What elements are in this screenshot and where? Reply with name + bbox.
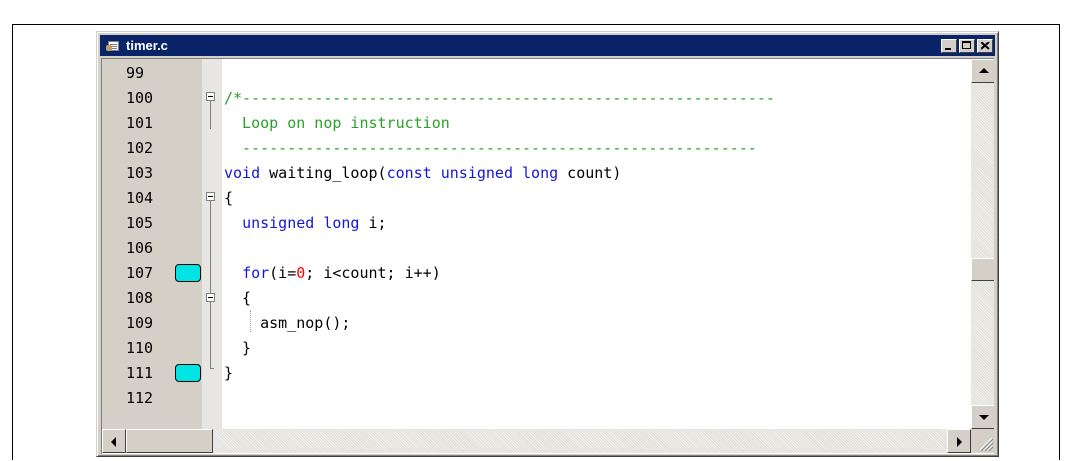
code-token: for <box>242 264 270 282</box>
arrow-up-icon <box>979 68 989 73</box>
breakpoint-marker[interactable] <box>175 264 201 282</box>
arrow-down-icon <box>979 415 989 420</box>
code-text: /*--------------------------------------… <box>224 86 775 111</box>
line-number: 104 <box>126 189 154 207</box>
resize-grip-icon <box>979 437 994 452</box>
scroll-up-button[interactable] <box>971 59 994 83</box>
code-token: (i= <box>269 264 297 282</box>
resize-grip[interactable] <box>971 429 994 453</box>
code-token: /*--------------------------------------… <box>224 89 775 107</box>
code-token: { <box>224 189 234 207</box>
code-text: } <box>224 361 233 386</box>
code-line[interactable]: 102 ------------------------------------… <box>102 136 971 161</box>
code-token: asm_nop(); <box>224 314 351 332</box>
code-token: ; i<count; i++) <box>305 264 441 282</box>
code-text: { <box>224 186 233 211</box>
line-number: 108 <box>126 289 154 307</box>
arrow-left-icon <box>111 437 116 447</box>
scroll-left-button[interactable] <box>102 429 126 453</box>
line-number: 111 <box>126 364 154 382</box>
code-text: ----------------------------------------… <box>224 136 757 161</box>
editor-client-area[interactable]: 99 100 /*---------------------------------… <box>101 58 994 454</box>
scroll-down-button[interactable] <box>971 405 994 429</box>
line-number: 103 <box>126 164 154 182</box>
code-line[interactable]: 112 <box>102 386 971 411</box>
code-token: unsigned long <box>242 214 360 232</box>
line-number: 100 <box>126 89 154 107</box>
line-number: 99 <box>126 64 145 82</box>
code-token: i; <box>359 214 387 232</box>
code-token: waiting_loop( <box>260 164 387 182</box>
code-token: Loop on nop instruction <box>224 114 450 132</box>
line-number: 112 <box>126 389 154 407</box>
window-titlebar[interactable]: timer.c <box>100 35 995 56</box>
code-token: const unsigned long <box>386 164 559 182</box>
code-text: Loop on nop instruction <box>224 111 450 136</box>
code-text: asm_nop(); <box>224 311 350 336</box>
code-line[interactable]: 99 <box>102 61 971 86</box>
code-text: void waiting_loop(const unsigned long co… <box>224 161 621 186</box>
code-line[interactable]: 104 { <box>102 186 971 211</box>
minimize-button[interactable] <box>941 38 957 53</box>
code-line[interactable]: 108 { <box>102 286 971 311</box>
figure-caption-strip <box>0 0 1074 10</box>
code-token: } <box>224 339 252 357</box>
code-line[interactable]: 110 } <box>102 336 971 361</box>
code-token: count) <box>558 164 622 182</box>
code-token: { <box>224 289 252 307</box>
maximize-button[interactable] <box>959 38 975 53</box>
source-editor-window[interactable]: timer.c 99 100/*------------------------… <box>96 31 999 457</box>
window-title: timer.c <box>126 38 168 53</box>
code-text: unsigned long i; <box>224 211 387 236</box>
line-number: 102 <box>126 139 154 157</box>
code-line[interactable]: 103 void waiting_loop(const unsigned long… <box>102 161 971 186</box>
line-number: 105 <box>126 214 154 232</box>
close-button[interactable] <box>977 38 993 53</box>
close-icon <box>981 41 990 50</box>
code-line[interactable]: 109 asm_nop(); <box>102 311 971 336</box>
line-number: 106 <box>126 239 154 257</box>
vertical-scroll-thumb[interactable] <box>971 258 994 281</box>
code-line[interactable]: 111} <box>102 361 971 386</box>
line-number: 110 <box>126 339 154 357</box>
line-number: 107 <box>126 264 154 282</box>
breakpoint-marker[interactable] <box>175 364 201 382</box>
arrow-right-icon <box>957 437 962 447</box>
code-line[interactable]: 101 Loop on nop instruction <box>102 111 971 136</box>
code-token: ----------------------------------------… <box>224 139 757 157</box>
code-token: 0 <box>296 264 306 282</box>
vertical-scrollbar[interactable] <box>971 59 994 429</box>
code-token: void <box>224 164 261 182</box>
code-line[interactable]: 106 <box>102 236 971 261</box>
line-number: 109 <box>126 314 154 332</box>
code-line[interactable]: 105 unsigned long i; <box>102 211 971 236</box>
c-source-file-icon <box>106 39 122 53</box>
code-text: } <box>224 336 251 361</box>
code-token: } <box>224 364 234 382</box>
code-text: { <box>224 286 251 311</box>
line-number: 101 <box>126 114 154 132</box>
code-line[interactable]: 107 for(i=0; i<count; i++) <box>102 261 971 286</box>
scroll-right-button[interactable] <box>947 429 971 453</box>
horizontal-scroll-thumb[interactable] <box>126 429 213 453</box>
code-text: for(i=0; i<count; i++) <box>224 261 441 286</box>
horizontal-scrollbar[interactable] <box>102 429 971 453</box>
code-line[interactable]: 100 /*-----------------------------------… <box>102 86 971 111</box>
